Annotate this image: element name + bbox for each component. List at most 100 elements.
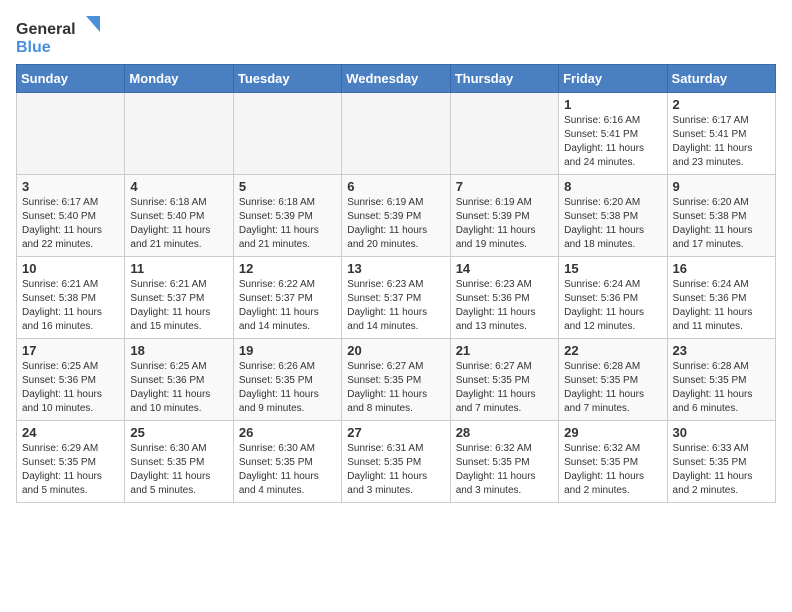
day-number: 16 (673, 261, 770, 276)
calendar-day-cell: 15Sunrise: 6:24 AMSunset: 5:36 PMDayligh… (559, 257, 667, 339)
day-number: 4 (130, 179, 227, 194)
day-info: Sunrise: 6:18 AMSunset: 5:39 PMDaylight:… (239, 196, 336, 252)
day-info: Sunrise: 6:20 AMSunset: 5:38 PMDaylight:… (564, 196, 661, 252)
calendar-day-cell: 7 Sunrise: 6:19 AMSunset: 5:39 PMDaylight… (450, 175, 558, 257)
day-info: Sunrise: 6:24 AMSunset: 5:36 PMDaylight:… (673, 278, 770, 334)
day-info: Sunrise: 6:21 AMSunset: 5:37 PMDaylight:… (130, 278, 227, 334)
weekday-header-cell: Thursday (450, 65, 558, 93)
day-info: Sunrise: 6:17 AMSunset: 5:41 PMDaylight:… (673, 114, 770, 170)
day-number: 10 (22, 261, 119, 276)
calendar-day-cell: 16 Sunrise: 6:24 AMSunset: 5:36 PMDayligh… (667, 257, 775, 339)
day-info: Sunrise: 6:23 AMSunset: 5:36 PMDaylight:… (456, 278, 553, 334)
day-info: Sunrise: 6:32 AMSunset: 5:35 PMDaylight:… (456, 442, 553, 498)
calendar-week-row: 1 Sunrise: 6:16 AMSunset: 5:41 PMDaylight… (17, 93, 776, 175)
day-info: Sunrise: 6:19 AMSunset: 5:39 PMDaylight:… (456, 196, 553, 252)
calendar-day-cell: 4 Sunrise: 6:18 AMSunset: 5:40 PMDaylight… (125, 175, 233, 257)
weekday-header-cell: Tuesday (233, 65, 341, 93)
calendar-day-cell: 14 Sunrise: 6:23 AMSunset: 5:36 PMDayligh… (450, 257, 558, 339)
calendar-day-cell: 9 Sunrise: 6:20 AMSunset: 5:38 PMDaylight… (667, 175, 775, 257)
calendar-table: SundayMondayTuesdayWednesdayThursdayFrid… (16, 64, 776, 503)
day-info: Sunrise: 6:32 AMSunset: 5:35 PMDaylight:… (564, 442, 661, 498)
day-info: Sunrise: 6:22 AMSunset: 5:37 PMDaylight:… (239, 278, 336, 334)
day-number: 14 (456, 261, 553, 276)
calendar-day-cell: 18 Sunrise: 6:25 AMSunset: 5:36 PMDayligh… (125, 339, 233, 421)
day-number: 23 (673, 343, 770, 358)
day-info: Sunrise: 6:27 AMSunset: 5:35 PMDaylight:… (347, 360, 444, 416)
calendar-day-cell: 21 Sunrise: 6:27 AMSunset: 5:35 PMDayligh… (450, 339, 558, 421)
weekday-header-cell: Sunday (17, 65, 125, 93)
calendar-day-cell (342, 93, 450, 175)
calendar-day-cell (125, 93, 233, 175)
day-number: 19 (239, 343, 336, 358)
day-number: 27 (347, 425, 444, 440)
weekday-header-row: SundayMondayTuesdayWednesdayThursdayFrid… (17, 65, 776, 93)
day-number: 11 (130, 261, 227, 276)
calendar-day-cell: 13Sunrise: 6:23 AMSunset: 5:37 PMDayligh… (342, 257, 450, 339)
day-number: 6 (347, 179, 444, 194)
day-number: 25 (130, 425, 227, 440)
day-number: 20 (347, 343, 444, 358)
calendar-day-cell: 12 Sunrise: 6:22 AMSunset: 5:37 PMDayligh… (233, 257, 341, 339)
calendar-day-cell: 8 Sunrise: 6:20 AMSunset: 5:38 PMDaylight… (559, 175, 667, 257)
day-info: Sunrise: 6:16 AMSunset: 5:41 PMDaylight:… (564, 114, 661, 170)
day-info: Sunrise: 6:30 AMSunset: 5:35 PMDaylight:… (130, 442, 227, 498)
calendar-body: 1 Sunrise: 6:16 AMSunset: 5:41 PMDaylight… (17, 93, 776, 503)
day-info: Sunrise: 6:25 AMSunset: 5:36 PMDaylight:… (130, 360, 227, 416)
day-number: 8 (564, 179, 661, 194)
calendar-day-cell: 6 Sunrise: 6:19 AMSunset: 5:39 PMDaylight… (342, 175, 450, 257)
day-info: Sunrise: 6:30 AMSunset: 5:35 PMDaylight:… (239, 442, 336, 498)
calendar-day-cell: 30Sunrise: 6:33 AMSunset: 5:35 PMDayligh… (667, 421, 775, 503)
day-number: 1 (564, 97, 661, 112)
day-info: Sunrise: 6:18 AMSunset: 5:40 PMDaylight:… (130, 196, 227, 252)
calendar-day-cell (233, 93, 341, 175)
weekday-header-cell: Saturday (667, 65, 775, 93)
calendar-day-cell: 25 Sunrise: 6:30 AMSunset: 5:35 PMDayligh… (125, 421, 233, 503)
day-number: 3 (22, 179, 119, 194)
day-number: 12 (239, 261, 336, 276)
day-number: 7 (456, 179, 553, 194)
day-info: Sunrise: 6:29 AMSunset: 5:35 PMDaylight:… (22, 442, 119, 498)
calendar-week-row: 3 Sunrise: 6:17 AMSunset: 5:40 PMDaylight… (17, 175, 776, 257)
day-number: 21 (456, 343, 553, 358)
day-number: 28 (456, 425, 553, 440)
calendar-week-row: 24 Sunrise: 6:29 AMSunset: 5:35 PMDayligh… (17, 421, 776, 503)
calendar-day-cell: 24 Sunrise: 6:29 AMSunset: 5:35 PMDayligh… (17, 421, 125, 503)
day-number: 15 (564, 261, 661, 276)
weekday-header-cell: Monday (125, 65, 233, 93)
calendar-day-cell: 5 Sunrise: 6:18 AMSunset: 5:39 PMDaylight… (233, 175, 341, 257)
calendar-day-cell: 17 Sunrise: 6:25 AMSunset: 5:36 PMDayligh… (17, 339, 125, 421)
calendar-day-cell: 3 Sunrise: 6:17 AMSunset: 5:40 PMDaylight… (17, 175, 125, 257)
calendar-day-cell (17, 93, 125, 175)
calendar-day-cell (450, 93, 558, 175)
day-number: 30 (673, 425, 770, 440)
day-number: 9 (673, 179, 770, 194)
page-header: GeneralBlue (16, 16, 776, 56)
day-number: 24 (22, 425, 119, 440)
calendar-week-row: 10 Sunrise: 6:21 AMSunset: 5:38 PMDayligh… (17, 257, 776, 339)
calendar-week-row: 17 Sunrise: 6:25 AMSunset: 5:36 PMDayligh… (17, 339, 776, 421)
calendar-day-cell: 20 Sunrise: 6:27 AMSunset: 5:35 PMDayligh… (342, 339, 450, 421)
calendar-day-cell: 28 Sunrise: 6:32 AMSunset: 5:35 PMDayligh… (450, 421, 558, 503)
day-info: Sunrise: 6:26 AMSunset: 5:35 PMDaylight:… (239, 360, 336, 416)
weekday-header-cell: Friday (559, 65, 667, 93)
day-number: 22 (564, 343, 661, 358)
day-number: 18 (130, 343, 227, 358)
day-number: 13 (347, 261, 444, 276)
svg-text:General: General (16, 21, 76, 38)
day-info: Sunrise: 6:21 AMSunset: 5:38 PMDaylight:… (22, 278, 119, 334)
calendar-day-cell: 29 Sunrise: 6:32 AMSunset: 5:35 PMDayligh… (559, 421, 667, 503)
day-info: Sunrise: 6:19 AMSunset: 5:39 PMDaylight:… (347, 196, 444, 252)
day-info: Sunrise: 6:27 AMSunset: 5:35 PMDaylight:… (456, 360, 553, 416)
calendar-day-cell: 23 Sunrise: 6:28 AMSunset: 5:35 PMDayligh… (667, 339, 775, 421)
day-number: 2 (673, 97, 770, 112)
day-info: Sunrise: 6:31 AMSunset: 5:35 PMDaylight:… (347, 442, 444, 498)
day-info: Sunrise: 6:28 AMSunset: 5:35 PMDaylight:… (673, 360, 770, 416)
day-number: 5 (239, 179, 336, 194)
svg-text:Blue: Blue (16, 39, 51, 56)
day-number: 29 (564, 425, 661, 440)
day-info: Sunrise: 6:25 AMSunset: 5:36 PMDaylight:… (22, 360, 119, 416)
day-number: 17 (22, 343, 119, 358)
day-info: Sunrise: 6:17 AMSunset: 5:40 PMDaylight:… (22, 196, 119, 252)
logo-svg: GeneralBlue (16, 16, 106, 56)
day-info: Sunrise: 6:20 AMSunset: 5:38 PMDaylight:… (673, 196, 770, 252)
